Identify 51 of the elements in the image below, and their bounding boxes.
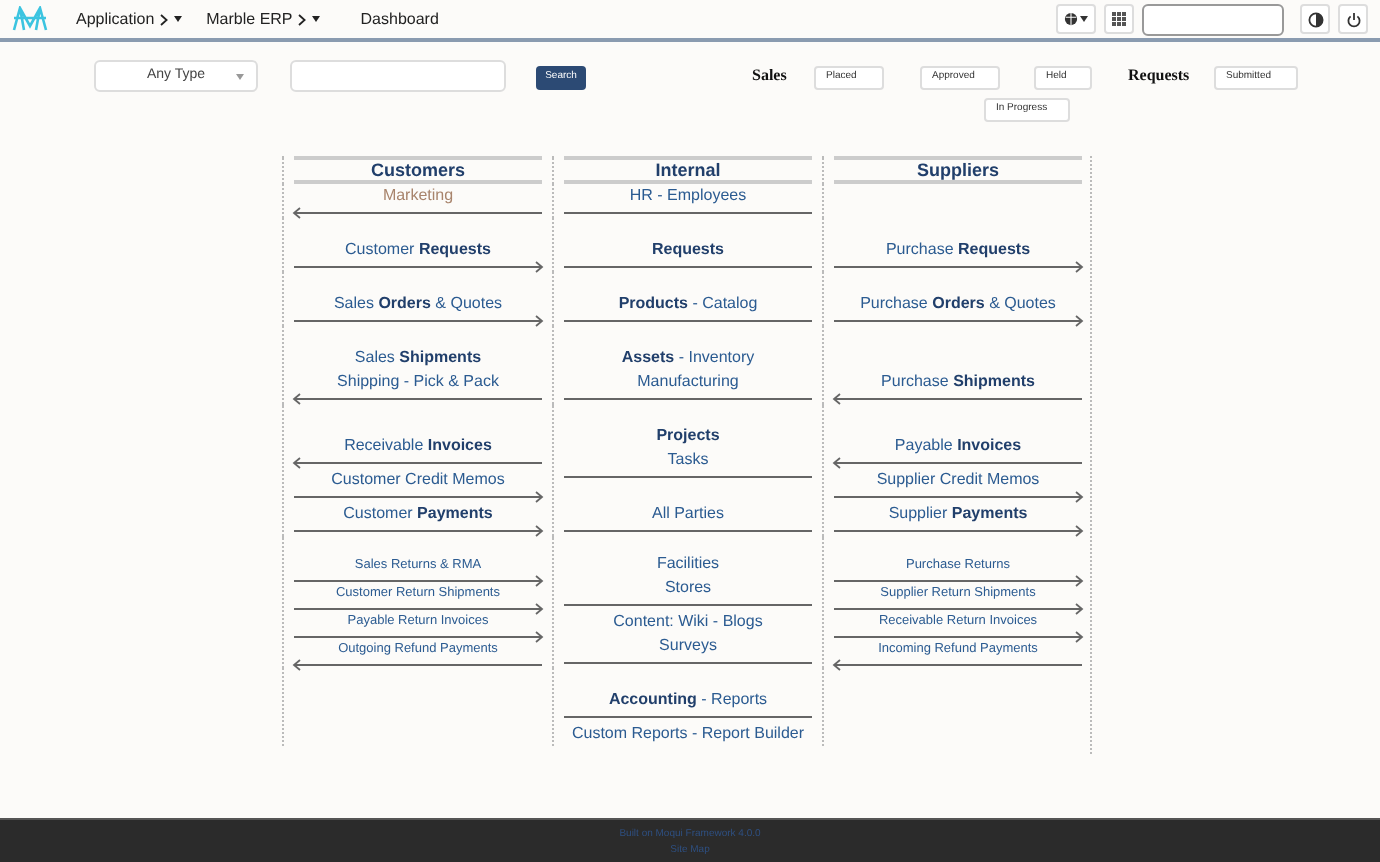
apps-button[interactable]: [1104, 4, 1134, 34]
nav-link[interactable]: Products - Catalog: [564, 292, 812, 316]
nav-link[interactable]: Content: Wiki - Blogs: [564, 610, 812, 634]
nav-link[interactable]: Manufacturing: [564, 370, 812, 394]
nav-link[interactable]: Purchase Orders & Quotes: [834, 292, 1082, 316]
power-icon: [1345, 11, 1361, 27]
nav-link[interactable]: Requests: [564, 238, 812, 262]
contrast-icon: [1307, 11, 1323, 27]
nav-link[interactable]: Surveys: [564, 634, 812, 658]
nav-link[interactable]: Supplier Payments: [834, 502, 1082, 526]
nav-link[interactable]: Tasks: [564, 448, 812, 472]
nav-link[interactable]: Sales Orders & Quotes: [294, 292, 542, 316]
nav-link[interactable]: Receivable Invoices: [294, 434, 542, 458]
search-field[interactable]: [1142, 3, 1284, 35]
nav-link[interactable]: Purchase Shipments: [834, 370, 1082, 394]
chevron-icon: [298, 13, 307, 25]
nav-link[interactable]: All Parties: [564, 502, 812, 526]
chevron-icon: [160, 13, 169, 25]
page-title: Dashboard: [360, 7, 439, 31]
search-input[interactable]: [290, 60, 506, 92]
nav-link[interactable]: Stores: [564, 576, 812, 600]
nav-link[interactable]: Facilities: [564, 552, 812, 576]
column-header: Suppliers: [834, 156, 1082, 184]
column-header: Customers: [294, 156, 542, 184]
nav-link[interactable]: Customer Payments: [294, 502, 542, 526]
caret-icon: [1080, 16, 1088, 22]
nav-link[interactable]: Accounting - Reports: [564, 688, 812, 712]
nav-link[interactable]: Assets - Inventory: [564, 346, 812, 370]
nav-link[interactable]: Custom Reports - Report Builder: [564, 722, 812, 746]
menu-dropdown[interactable]: Application: [76, 7, 183, 31]
caret-icon: [312, 16, 321, 22]
nav-link[interactable]: Payable Invoices: [834, 434, 1082, 458]
nav-link[interactable]: Supplier Credit Memos: [834, 468, 1082, 492]
group-title: Requests: [1128, 64, 1190, 88]
column-header: Internal: [564, 156, 812, 184]
theme-button[interactable]: [1300, 4, 1330, 34]
globe-icon: [1064, 12, 1078, 26]
nav-link[interactable]: Purchase Requests: [834, 238, 1082, 262]
nav-link[interactable]: Customer Credit Memos: [294, 468, 542, 492]
language-dropdown[interactable]: [1056, 4, 1096, 34]
group-title: Sales: [752, 64, 787, 88]
logout-button[interactable]: [1338, 4, 1368, 34]
nav-link[interactable]: Shipping - Pick & Pack: [294, 370, 542, 394]
menu-dropdown[interactable]: Marble ERP: [206, 7, 321, 31]
nav-link[interactable]: HR - Employees: [564, 184, 812, 208]
caret-icon: [174, 16, 183, 22]
nav-link[interactable]: Customer Requests: [294, 238, 542, 262]
grid-icon: [1112, 12, 1126, 26]
nav-link[interactable]: Sales Shipments: [294, 346, 542, 370]
caret-icon: [236, 73, 244, 79]
nav-link[interactable]: Projects: [564, 424, 812, 448]
